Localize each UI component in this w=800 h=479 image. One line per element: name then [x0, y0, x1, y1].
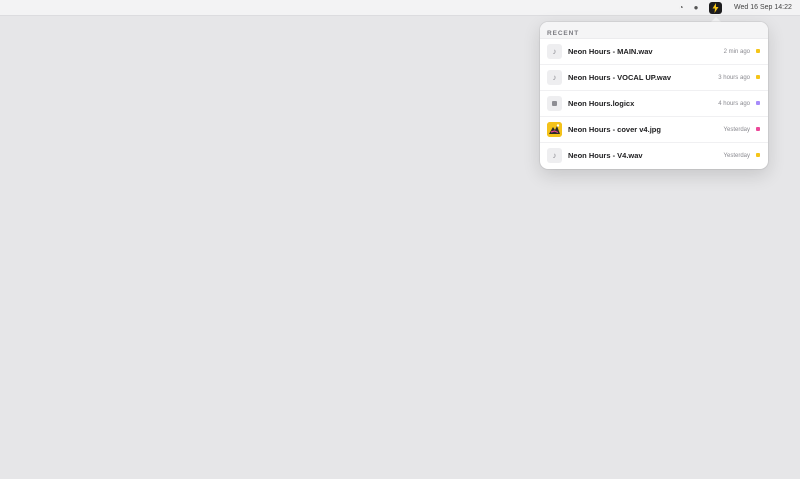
recent-files-popover: RECENT ♪ Neon Hours - MAIN.wav 2 min ago… [540, 22, 768, 169]
recent-file-row[interactable]: Neon Hours.logicx 4 hours ago [540, 91, 768, 117]
recent-file-row[interactable]: ♪ Neon Hours - V4.wav Yesterday [540, 143, 768, 169]
file-time: 2 min ago [723, 49, 750, 55]
tag-dot [756, 101, 760, 105]
file-name: Neon Hours - V4.wav [568, 151, 643, 160]
tag-dot [756, 153, 760, 157]
tag-dot [756, 127, 760, 131]
file-time: Yesterday [723, 153, 750, 159]
audio-file-icon: ♪ [547, 44, 562, 59]
project-file-icon [547, 96, 562, 111]
popover-header: RECENT [540, 22, 768, 39]
file-time: 3 hours ago [718, 75, 750, 81]
menu-bar: ◔ ● Wed 16 Sep 14:22 [0, 0, 800, 16]
recent-file-row[interactable]: ♪ Neon Hours - VOCAL UP.wav 3 hours ago [540, 65, 768, 91]
image-thumbnail [547, 122, 562, 137]
droplet-icon[interactable]: ● [692, 3, 700, 13]
tag-dot [756, 49, 760, 53]
bolt-icon[interactable] [709, 2, 722, 14]
recent-file-row[interactable]: ♪ Neon Hours - MAIN.wav 2 min ago [540, 39, 768, 65]
audio-file-icon: ♪ [547, 148, 562, 163]
file-name: Neon Hours - MAIN.wav [568, 47, 653, 56]
recent-file-row[interactable]: Neon Hours - cover v4.jpg Yesterday [540, 117, 768, 143]
menu-bar-clock[interactable]: Wed 16 Sep 14:22 [734, 3, 792, 13]
file-time: 4 hours ago [718, 101, 750, 107]
recent-heading: RECENT [547, 30, 580, 37]
file-name: Neon Hours.logicx [568, 99, 635, 108]
file-name: Neon Hours - VOCAL UP.wav [568, 73, 672, 82]
tag-dot [756, 75, 760, 79]
file-time: Yesterday [723, 127, 750, 133]
audio-file-icon: ♪ [547, 70, 562, 85]
file-name: Neon Hours - cover v4.jpg [568, 125, 661, 134]
clock-icon[interactable]: ◔ [676, 3, 686, 13]
